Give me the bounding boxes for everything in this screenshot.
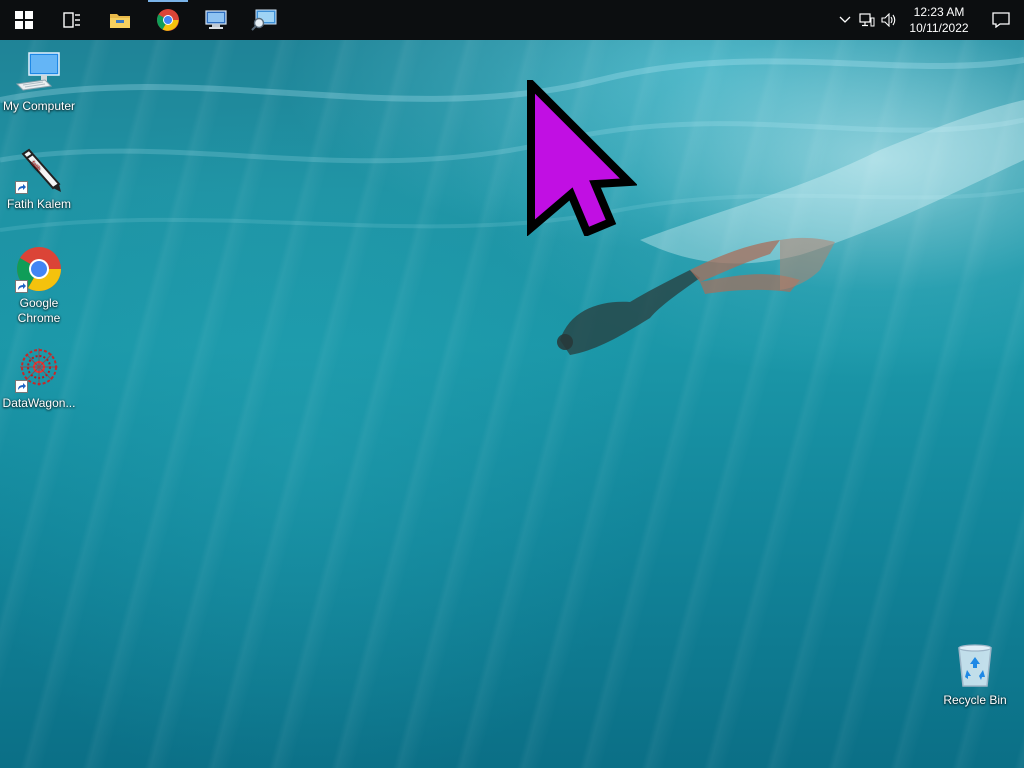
desktop-icon-fatih-kalem[interactable]: fatih Fatih Kalem [0, 146, 78, 212]
mouse-pointer [527, 80, 637, 236]
taskbar-clock[interactable]: 12:23 AM 10/11/2022 [900, 0, 978, 40]
shortcut-arrow-icon [15, 181, 28, 194]
windows-logo-icon [15, 11, 33, 29]
pen-icon: fatih [15, 146, 63, 194]
start-button[interactable] [0, 0, 48, 40]
desktop-icon-my-computer[interactable]: My Computer [0, 48, 78, 114]
remote-desktop-taskbar-button[interactable] [192, 0, 240, 40]
clock-time: 12:23 AM [913, 5, 965, 19]
network-search-taskbar-button[interactable] [240, 0, 288, 40]
desktop-icon-label: Recycle Bin [943, 693, 1007, 707]
datawagon-icon [15, 345, 63, 393]
desktop-icon-datawagon[interactable]: DataWagon... [0, 345, 78, 411]
desktop-screen: 12:23 AM 10/11/2022 My Computer fatih Fa… [0, 0, 1024, 768]
folder-icon [110, 14, 130, 28]
monitor-magnifier-icon [251, 9, 277, 31]
system-tray: 12:23 AM 10/11/2022 [834, 0, 1024, 40]
network-icon[interactable] [856, 0, 878, 40]
taskbar: 12:23 AM 10/11/2022 [0, 0, 1024, 40]
recycle-bin-icon [951, 642, 999, 690]
task-view-icon [63, 12, 80, 28]
desktop-icon-label: DataWagon... [2, 396, 76, 410]
file-explorer-button[interactable] [96, 0, 144, 40]
wallpaper-light-rays [0, 0, 1024, 768]
clock-date: 10/11/2022 [909, 21, 969, 35]
action-center-icon [992, 12, 1010, 28]
desktop-icon-label: Google Chrome [17, 296, 61, 325]
volume-icon[interactable] [878, 0, 900, 40]
remote-desktop-icon [205, 10, 227, 29]
desktop-icon-google-chrome[interactable]: Google Chrome [0, 245, 78, 326]
wallpaper-swimmer [557, 237, 835, 355]
computer-icon [15, 48, 63, 96]
desktop-icon-recycle-bin[interactable]: Recycle Bin [936, 642, 1014, 708]
wallpaper-surface-waves [0, 57, 1024, 264]
desktop-icon-label: Fatih Kalem [6, 197, 72, 211]
shortcut-arrow-icon [15, 280, 28, 293]
chrome-taskbar-button[interactable] [144, 0, 192, 40]
desktop-icon-label: My Computer [2, 99, 76, 113]
shortcut-arrow-icon [15, 380, 28, 393]
task-view-button[interactable] [48, 0, 96, 40]
chevron-up-icon[interactable] [834, 0, 856, 40]
chrome-icon [15, 245, 63, 293]
chrome-icon [157, 9, 179, 31]
action-center-button[interactable] [978, 0, 1024, 40]
